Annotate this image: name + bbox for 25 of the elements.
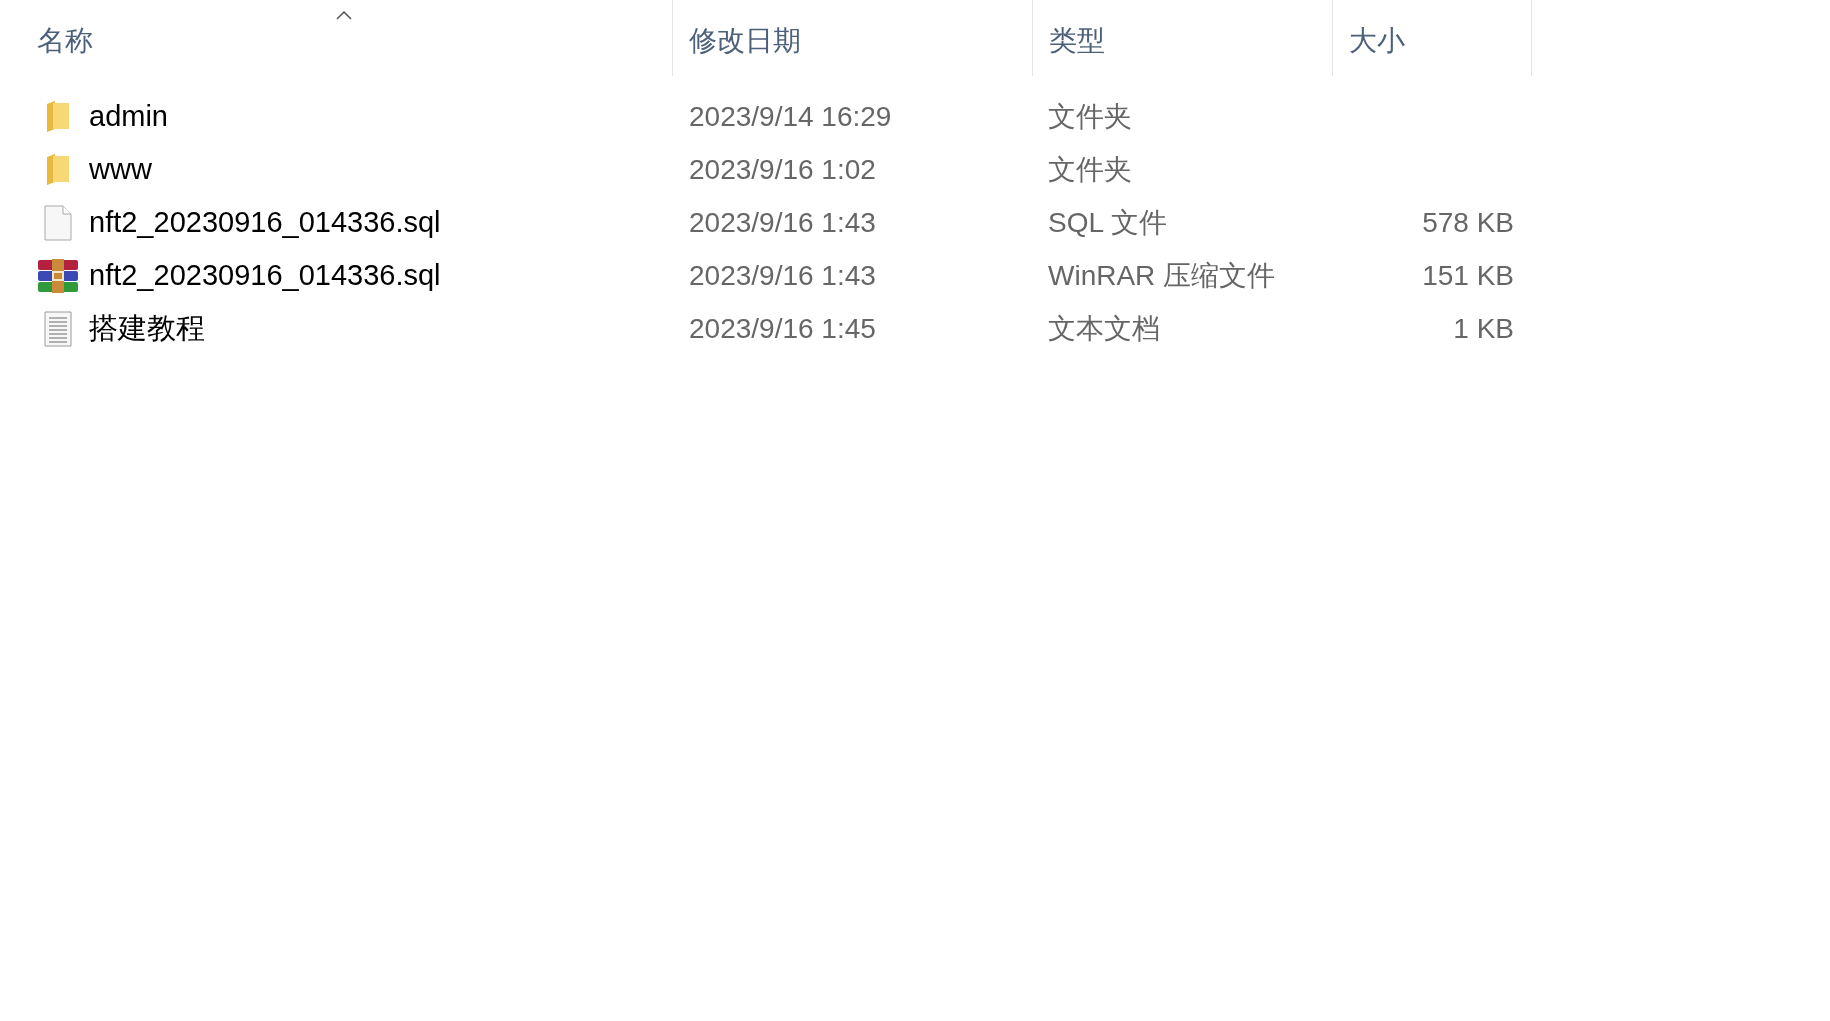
file-size: 578 KB <box>1422 205 1514 240</box>
column-header[interactable]: 修改日期 <box>689 20 801 62</box>
file-name[interactable]: nft2_20230916_014336.sql <box>89 253 441 298</box>
modified-date: 2023/9/16 1:43 <box>689 206 876 238</box>
file-type: SQL 文件 <box>1048 206 1167 238</box>
modified-date: 2023/9/16 1:02 <box>689 153 876 185</box>
modified-date: 2023/9/16 1:45 <box>689 312 876 344</box>
file-size: 151 KB <box>1422 258 1514 293</box>
column-header[interactable]: 类型 <box>1049 20 1105 62</box>
modified-date: 2023/9/16 1:43 <box>689 259 876 291</box>
column-header[interactable]: 大小 <box>1349 20 1405 62</box>
file-name[interactable]: admin <box>89 94 168 139</box>
file-size: 1 KB <box>1453 311 1514 346</box>
file-type: 文件夹 <box>1048 100 1132 132</box>
file-name[interactable]: nft2_20230916_014336.sql <box>89 200 441 245</box>
file-name[interactable]: www <box>89 147 152 192</box>
file-name[interactable]: 搭建教程 <box>89 306 205 351</box>
column-header[interactable]: 名称 <box>37 20 93 62</box>
file-icon <box>43 204 73 241</box>
text-file-icon <box>43 310 73 347</box>
file-type: 文件夹 <box>1048 153 1132 185</box>
archive-icon <box>38 258 78 293</box>
file-type: 文本文档 <box>1048 312 1160 344</box>
modified-date: 2023/9/14 16:29 <box>689 100 892 132</box>
file-type: WinRAR 压缩文件 <box>1048 259 1276 291</box>
